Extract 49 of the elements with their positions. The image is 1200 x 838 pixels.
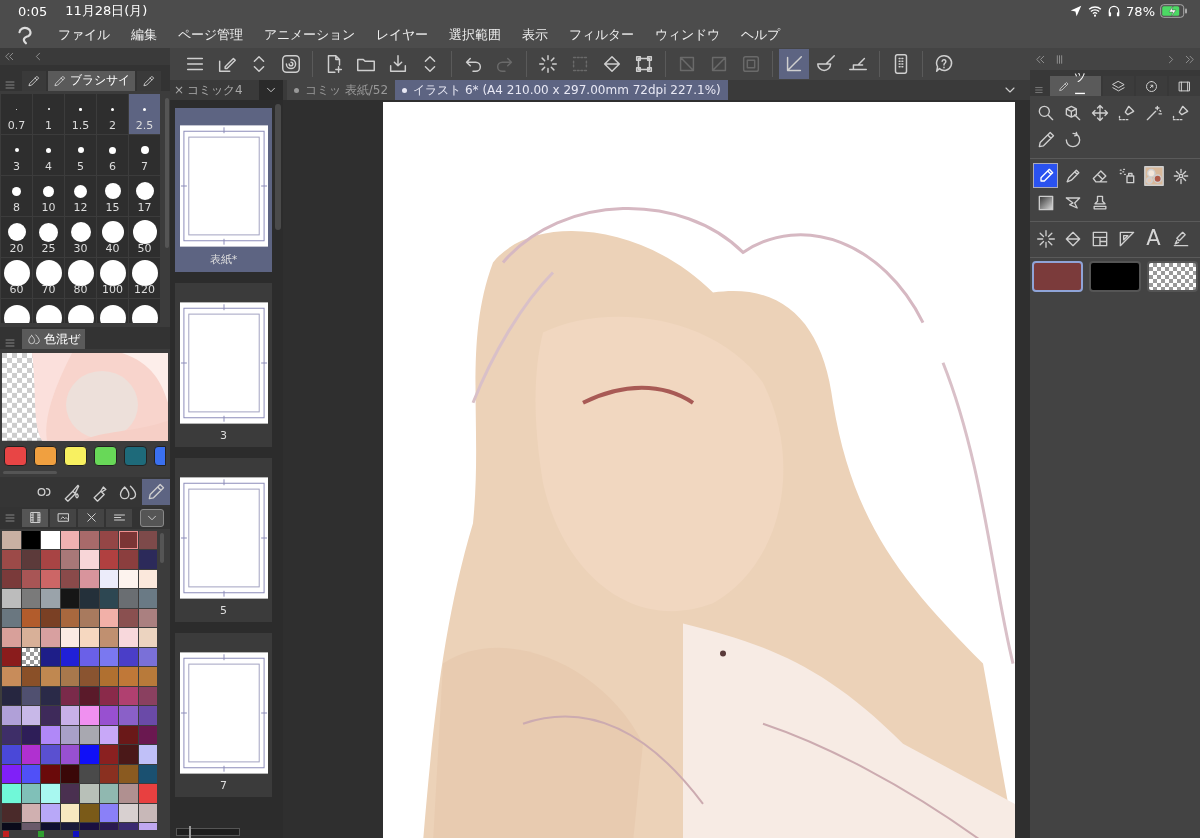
menu-item[interactable]: 表示 [522,26,548,44]
brush-size-cell[interactable]: 30 [65,216,96,257]
menu-item[interactable]: アニメーション [264,26,355,44]
brush-size-cell[interactable]: 3 [1,134,32,175]
brush-size-cell[interactable]: 12 [65,175,96,216]
brush-size-cell[interactable]: 50 [129,216,160,257]
menu-item[interactable]: 選択範囲 [449,26,501,44]
menu-item[interactable]: ファイル [58,26,110,44]
brush-size-cell[interactable]: 100 [97,257,128,298]
brush-size-cell[interactable]: 20 [1,216,32,257]
brush-size-cell[interactable]: 15 [97,175,128,216]
brush-size-cell[interactable]: 2.5 [129,93,160,134]
brush-size-cell[interactable]: 40 [97,216,128,257]
menu-item[interactable]: ウィンドウ [655,26,720,44]
menu-item[interactable]: ヘルプ [741,26,780,44]
brush-size-cell[interactable]: 8 [1,175,32,216]
brush-size-cell[interactable]: 120 [129,257,160,298]
page-item[interactable]: 3 [175,283,272,447]
brush-size-cell[interactable]: 6 [97,134,128,175]
brush-size-cell[interactable]: 0.7 [1,93,32,134]
panel-tab[interactable]: ブラシサイ [48,70,135,91]
menu-item[interactable]: ページ管理 [178,26,243,44]
brush-size-cell[interactable]: 2 [97,93,128,134]
brush-size-cell[interactable]: 7 [129,134,160,175]
brush-size-cell[interactable]: 25 [33,216,64,257]
brush-size-cell[interactable]: 1 [33,93,64,134]
panel-tab[interactable]: 色混ぜ [22,329,85,350]
page-item[interactable]: 7 [175,633,272,797]
menu-item[interactable]: 編集 [131,26,157,44]
status-date: 11月28日(月) [65,2,148,20]
page-item[interactable]: 表紙* [175,108,272,272]
pages-title: コミック4 [187,81,244,99]
brush-size-cell[interactable]: 70 [33,257,64,298]
menu-item[interactable]: フィルター [569,26,634,44]
document-tab[interactable]: イラスト 6* (A4 210.00 x 297.00mm 72dpi 227.1%) [395,80,728,100]
document-tab[interactable]: コミッ 表紙/52 [287,80,396,100]
brush-size-cell[interactable]: 60 [1,257,32,298]
brush-size-cell[interactable]: 4 [33,134,64,175]
page-item[interactable]: 5 [175,458,272,622]
brush-size-cell[interactable]: 10 [33,175,64,216]
tool-button[interactable]: A [1141,226,1166,251]
menu-item[interactable]: レイヤー [376,26,428,44]
status-time: 0:05 [18,3,48,19]
battery-percent: 78% [1126,3,1155,19]
brush-size-cell[interactable]: 17 [129,175,160,216]
brush-size-cell[interactable]: 80 [65,257,96,298]
brush-size-cell[interactable]: 5 [65,134,96,175]
close-button[interactable]: × [170,83,188,97]
brush-size-cell[interactable]: 1.5 [65,93,96,134]
